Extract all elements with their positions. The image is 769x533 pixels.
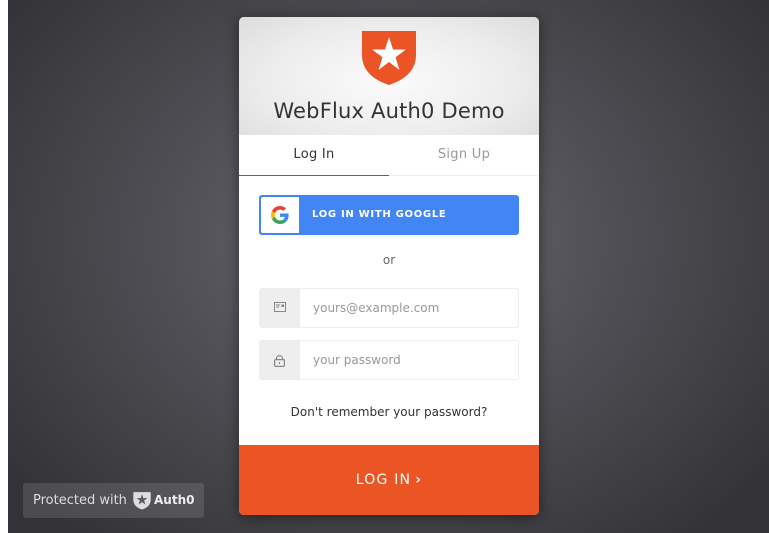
password-input[interactable] xyxy=(301,341,523,379)
password-field xyxy=(259,340,523,380)
email-field xyxy=(259,288,523,328)
forgot-password-link[interactable]: Don't remember your password? xyxy=(239,405,539,419)
lock-icon xyxy=(274,355,285,367)
auth0-shield-icon xyxy=(133,492,151,510)
envelope-icon xyxy=(274,302,286,312)
app-title: WebFlux Auth0 Demo xyxy=(273,99,505,123)
widget-header: WebFlux Auth0 Demo xyxy=(239,17,539,135)
or-separator: or xyxy=(382,253,396,267)
tab-log-in[interactable]: Log In xyxy=(239,135,389,176)
email-input[interactable] xyxy=(301,289,523,327)
google-login-button[interactable]: LOG IN WITH GOOGLE xyxy=(259,195,519,235)
google-g-icon xyxy=(271,206,289,224)
chevron-right-icon: › xyxy=(415,472,423,488)
auth-tabs: Log In Sign Up xyxy=(239,135,539,176)
tab-sign-up[interactable]: Sign Up xyxy=(389,135,539,175)
protected-by-auth0-badge[interactable]: Protected with Auth0 xyxy=(23,483,204,518)
email-icon-container xyxy=(260,289,300,327)
google-icon-container xyxy=(261,197,299,233)
auth0-shield-star-icon xyxy=(361,28,417,86)
badge-brand: Auth0 xyxy=(154,493,195,507)
google-login-label: LOG IN WITH GOOGLE xyxy=(312,209,447,220)
log-in-submit-button[interactable]: LOG IN › xyxy=(239,445,539,515)
password-icon-container xyxy=(260,341,300,379)
submit-label: LOG IN xyxy=(355,472,412,488)
login-widget: WebFlux Auth0 Demo Log In Sign Up LOG IN… xyxy=(239,17,539,515)
badge-text: Protected with xyxy=(33,493,127,508)
